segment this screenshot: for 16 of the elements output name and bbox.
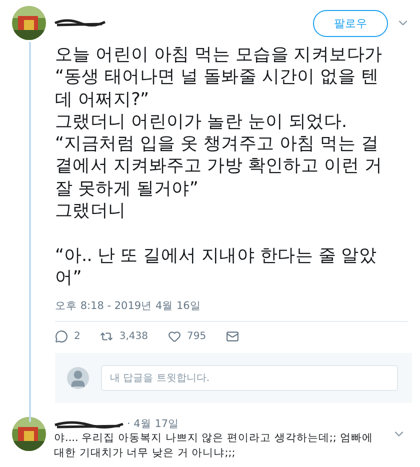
reply-field[interactable]: 내 답글을 트윗합니다. <box>101 365 398 392</box>
message-icon[interactable] <box>226 330 240 344</box>
follow-button[interactable]: 팔로우 <box>313 10 388 37</box>
scribble-drawing <box>54 17 106 27</box>
reply-icon[interactable] <box>55 330 68 344</box>
like-count: 795 <box>187 331 206 342</box>
retweet-icon[interactable] <box>100 330 114 344</box>
tweet-text: 오늘 어린이 아침 먹는 모습을 지켜보다가 “동생 태어나면 널 돌봐줄 시간이 없을 텐 데 어쩌지?” 그랬더니 어린이가 놀란 눈이 되었다. “지금처럼 입을 옷 챙겨주고 아침 먹는 걸 곁에서 지켜봐주고 가방 확인하고 이런 거 잘 못하게 될거야” 그랬더니 “아.. 난 또 길에서 지내야 한다는 줄 알았 어” <box>55 44 384 290</box>
reply-count: 2 <box>74 331 80 342</box>
reply-text: 야.... 우리집 아동복지 나쁘지 않은 편이라고 생각하는데;; 엄빠에 대한 기대치가 너무 낮은 거 아니냐;;; <box>54 431 374 462</box>
avatar-icon <box>67 367 89 390</box>
timestamp: 오후 8:18 - 2019년 4월 16일 <box>55 299 202 314</box>
retweet-count: 3,438 <box>119 331 148 342</box>
like-icon[interactable] <box>168 330 182 344</box>
scribble-drawing <box>54 419 124 430</box>
reply-date: · 4월 17일 <box>127 417 180 432</box>
